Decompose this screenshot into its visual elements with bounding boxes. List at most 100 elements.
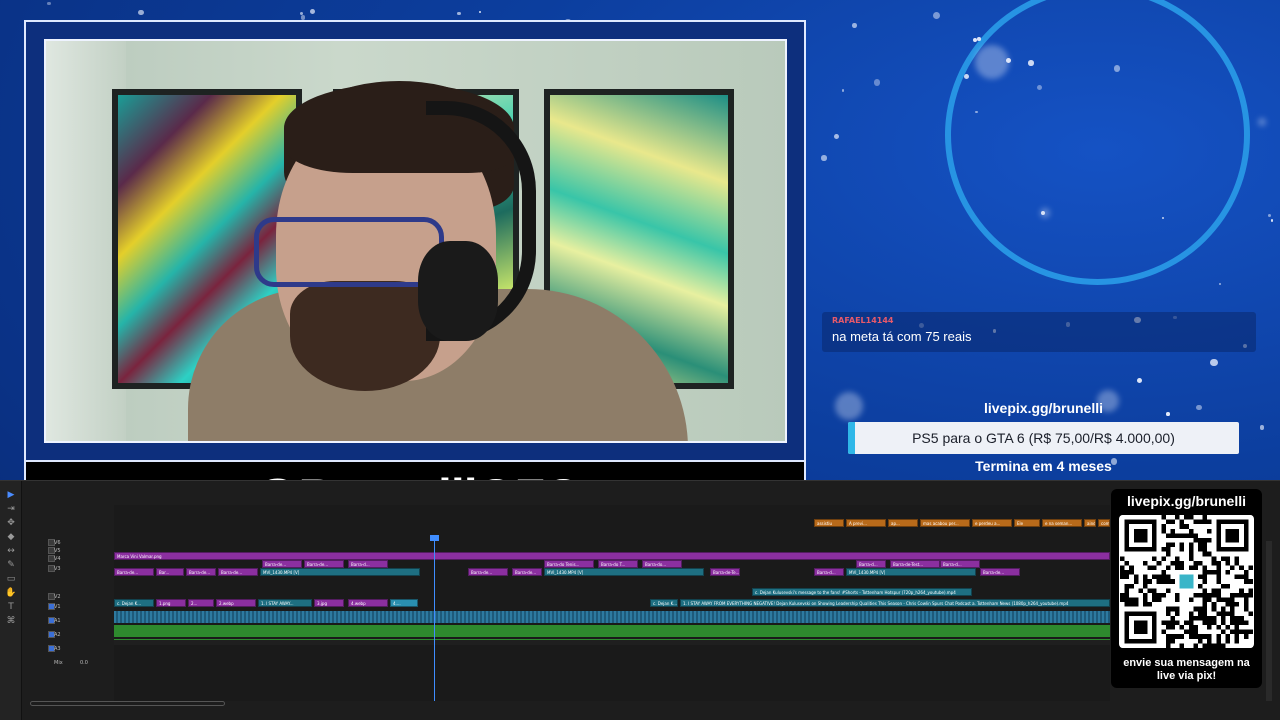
selection-tool-icon[interactable]: ▶ [5,491,17,500]
v4-clip[interactable]: Barra-de... [468,568,508,576]
caption-clip[interactable]: A previ... [846,519,886,527]
snowflake [975,45,1009,79]
v1-clip[interactable]: 4.... [390,599,418,607]
snowflake [932,11,941,20]
v4-clip[interactable]: Barra-d... [814,568,844,576]
track-header-v2[interactable]: V2 [28,593,114,602]
slip-tool-icon[interactable]: ↔ [5,547,17,556]
pen-tool-icon[interactable]: ✎ [5,561,17,570]
chat-message: RAFAEL14144 na meta tá com 75 reais [822,312,1256,352]
snowflake [963,73,969,79]
v4-clip[interactable]: Barra-de-Te... [710,568,740,576]
playhead[interactable] [434,539,435,701]
snowflake [1258,118,1266,126]
track-header-a2[interactable]: A2 [28,631,114,640]
track-header-a3[interactable]: A3 [28,645,114,654]
snowflake [300,14,306,20]
qr-caption-line1: envie sua mensagem na [1123,657,1250,669]
audio-track-a3[interactable] [114,639,1110,645]
v5-clip[interactable]: Barra-do... [642,560,682,568]
hand-tool-icon[interactable]: ✋ [5,589,17,598]
v1-clip[interactable]: 1.png [156,599,186,607]
goal-text: PS5 para o GTA 6 (R$ 75,00/R$ 4.000,00) [912,430,1175,446]
rectangle-tool-icon[interactable]: ▭ [5,575,17,584]
track-header-v3[interactable]: V3 [28,565,114,574]
v4-clip[interactable]: Barra-de... [114,568,154,576]
chat-text: na meta tá com 75 reais [832,329,972,344]
snowflake [1210,358,1218,367]
qr-caption: envie sua mensagem na live via pix! [1111,657,1262,683]
caption-clip[interactable]: e na seman... [1042,519,1082,527]
v4-clip[interactable]: MVI_1430.MP4 [V] [544,568,704,576]
v5-clip[interactable]: Barra-do Tenis... [544,560,594,568]
goal-deadline: Termina em 4 meses [975,458,1112,474]
v1-clip[interactable]: 1. I STAY AWAY FROM EVERYTHING NEGATIVE!… [680,599,1110,607]
v1-clip[interactable]: 1. I STAY AWAY... [258,599,312,607]
caption-clip[interactable]: ainda ... [1084,519,1096,527]
snowflake [1028,60,1034,66]
track-header-v1[interactable]: V1 [28,603,114,612]
qr-caption-line2: live via pix! [1156,670,1217,682]
video-editor-timeline-panel: ▶ ⇥ ✥ ◆ ↔ ✎ ▭ ✋ T ⌘ 00;01;00;00 00;01;05… [0,480,1280,720]
v1-clip[interactable]: 2... [188,599,214,607]
goal-progress-bar: PS5 para o GTA 6 (R$ 75,00/R$ 4.000,00) [848,422,1239,454]
type-tool-icon[interactable]: T [5,603,17,612]
caption-clip[interactable]: mas acabou per... [920,519,970,527]
razor-tool-icon[interactable]: ◆ [5,533,17,542]
decorative-ring [945,0,1250,285]
snowflake [873,79,881,86]
v5-clip[interactable]: Barra-de... [304,560,344,568]
tool-palette: ▶ ⇥ ✥ ◆ ↔ ✎ ▭ ✋ T ⌘ [0,481,22,720]
v1-clip[interactable]: 4.webp [348,599,388,607]
v1-clip[interactable]: 2.webp [216,599,256,607]
timeline-horizontal-scrollbar[interactable] [30,701,225,706]
watermark-clip[interactable]: Marca Vini Valmar.png [114,552,1110,560]
track-select-icon[interactable]: ⇥ [5,505,17,514]
qr-url: livepix.gg/brunelli [1126,493,1247,509]
v4-clip[interactable]: Barra-de... [186,568,216,576]
timeline-vertical-scrollbar[interactable] [1266,541,1272,701]
pix-qr-code-icon [1119,515,1254,648]
v1-clip[interactable]: c. Dejan K... [650,599,678,607]
v4-clip[interactable]: Bar... [156,568,184,576]
snowflake [821,155,827,161]
v1-clip[interactable]: 3.jpg [314,599,344,607]
webcam-feed [44,39,787,443]
v5-clip[interactable]: Barra-d... [940,560,980,568]
streamer-glasses [254,217,444,287]
caption-clip[interactable]: ap... [888,519,918,527]
audio-track-a2[interactable] [114,625,1110,637]
snowflake [1161,216,1164,219]
caption-clip[interactable]: com... [1098,519,1110,527]
audio-track-a1[interactable] [114,611,1110,623]
v5-clip[interactable]: Barra-d... [856,560,886,568]
goal-url: livepix.gg/brunelli [983,400,1104,416]
stream-overlay: @BrunelliOFC RAFAEL14144 na meta tá com … [0,0,1280,720]
snowflake [1113,65,1121,72]
snowflake [1270,219,1274,222]
v5-clip[interactable]: Barra-d... [348,560,388,568]
v1-clip[interactable]: c. Dejan K... [114,599,154,607]
caption-tool-icon[interactable]: ⌘ [5,617,17,626]
ripple-edit-icon[interactable]: ✥ [5,519,17,528]
track-header-a1[interactable]: A1 [28,617,114,626]
v4-clip[interactable]: MVI_1430.MP4 [V] [260,568,420,576]
track-headers: V6 V5 V4 V3 V2 V1 A1 A2 A3 Mix 0.0 [28,535,114,667]
v5-clip[interactable]: Barra-do T... [598,560,638,568]
track-header-v4[interactable]: V4 [28,555,114,564]
v4-clip[interactable]: Barra-de... [218,568,258,576]
v4-clip[interactable]: Barra-de... [512,568,542,576]
v4-clip[interactable]: Barra-de... [980,568,1020,576]
track-header-mix[interactable]: Mix 0.0 [28,659,114,668]
caption-clip[interactable]: assistiu [814,519,844,527]
v5-clip[interactable]: Barra-de... [262,560,302,568]
caption-clip[interactable]: e perdeu a... [972,519,1012,527]
snowflake [1036,84,1042,90]
v5-clip[interactable]: Barra-de-Test... [890,560,940,568]
snowflake [851,22,857,28]
v2-clip[interactable]: c. Dejan Kulusevski's message to the fan… [752,588,972,596]
snowflake [1218,282,1222,286]
v4-clip[interactable]: MVI_1430.MP4 [V] [846,568,976,576]
timeline-tracks[interactable]: assistiu A previ... ap... mas acabou per… [114,505,1110,701]
caption-clip[interactable]: Ele [1014,519,1040,527]
